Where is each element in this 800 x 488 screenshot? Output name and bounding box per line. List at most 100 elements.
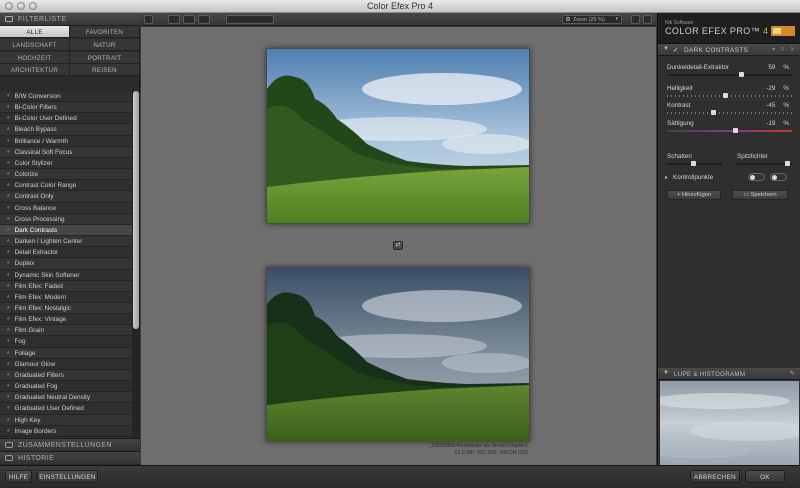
filter-list-item[interactable]: Image Borders [0,425,132,437]
filter-list-item[interactable]: B/W Conversion [0,91,132,103]
slider-track[interactable] [667,110,792,115]
collapse-triangle-icon[interactable]: ▼ [663,46,669,52]
slider-thumb[interactable] [711,110,717,115]
filter-section-header[interactable]: ▼ ✓ DARK CONTRASTS ▾ ≡ ✕ [658,44,800,56]
add-button[interactable]: + Hinzufügen [667,190,721,200]
expand-triangle-icon[interactable]: ▸ [665,174,668,181]
loupe-view[interactable] [660,381,799,465]
category-tab[interactable]: LANDSCHAFT [0,38,70,51]
zoom-value: Zoom (25 %) [573,17,605,23]
hide-panel-icon[interactable] [144,15,153,24]
filter-list-item[interactable]: High Key [0,414,132,426]
add-negative-point-icon[interactable] [770,173,787,181]
filter-list-item[interactable]: Classical Soft Focus [0,146,132,158]
schatten-slider[interactable] [667,161,722,166]
filter-list-item[interactable]: Cross Processing [0,213,132,225]
presets-icon [5,442,13,448]
after-image[interactable] [266,267,530,442]
category-tab[interactable]: ALLE [0,26,70,38]
list-icon [5,16,13,22]
spitzlichter-slider[interactable] [737,161,792,166]
filter-list-item[interactable]: Contrast Only [0,191,132,203]
filterliste-header[interactable]: FILTERLISTE [0,13,140,26]
filter-list-item[interactable]: Fog [0,336,132,348]
slider-number: -19 [766,120,776,127]
zoom-select[interactable]: Zoom (25 %) ▾ [562,15,622,24]
collapse-triangle-icon[interactable]: ▼ [663,370,669,376]
schatten-slider-thumb[interactable] [691,161,697,166]
filter-list-item[interactable]: Duplex [0,258,132,270]
filter-list-item[interactable]: Bleach Bypass [0,124,132,136]
settings-panel: Nik Software COLOR EFEX PRO™ 4 ▼ ✓ DARK … [657,13,800,465]
filter-list-item[interactable]: Foliage [0,347,132,359]
single-view-icon[interactable] [168,15,180,24]
filter-list-item[interactable]: Detail Extractor [0,247,132,259]
slider-value[interactable]: -19% [766,120,789,127]
category-tab[interactable]: ARCHITEKTUR [0,64,70,77]
slider-thumb[interactable] [738,72,744,77]
filter-list-item[interactable]: Dark Contrasts [0,224,132,237]
category-tab[interactable]: REISEN [70,64,140,77]
filter-list-item[interactable]: Film Efex: Nostalgic [0,302,132,315]
filter-list-item[interactable]: Graduated User Defined [0,403,132,415]
category-tab[interactable]: NATUR [70,38,140,51]
ok-button[interactable]: OK [745,470,785,483]
filter-list-item[interactable]: Graduated Filters [0,369,132,382]
side-by-side-view-icon[interactable] [198,15,210,24]
cancel-button[interactable]: ABBRECHEN [690,470,740,483]
filter-panel: FILTERLISTE ALLE FAVORITEN LANDSCHAFT NATUR… [0,13,140,465]
filter-list-item[interactable]: Film Efex: Vintage [0,314,132,326]
slider-value[interactable]: -29% [766,85,789,92]
filter-list-item[interactable]: Glamour Glow [0,358,132,370]
toolbar-blank-button[interactable] [226,15,274,24]
landscape-photo-original [267,49,529,223]
swap-views-icon[interactable]: ⇄ [393,241,403,250]
filter-list-item[interactable]: Brilliance / Warmth [0,135,132,147]
loupe-sky-image [660,381,799,465]
help-button[interactable]: HILFE [5,470,32,483]
pin-icon[interactable]: ✎ [790,370,795,377]
section-options-icon[interactable]: ▾ ≡ ✕ [772,46,797,53]
scrollbar-thumb[interactable] [133,91,139,329]
filter-list-item[interactable]: Dynamic Skin Softener [0,269,132,281]
kontrollpunkte-label[interactable]: Kontrollpunkte [673,174,713,181]
filter-list-item[interactable]: Film Efex: Faded [0,280,132,292]
filter-list-item[interactable]: Bi-Color Filters [0,102,132,114]
save-button[interactable]: ▭ Speichern [732,190,788,200]
background-light-icon[interactable] [631,15,640,24]
filter-list-item[interactable]: Contrast Color Range [0,180,132,192]
filter-list-item[interactable]: Cross Balance [0,202,132,214]
settings-button[interactable]: EINSTELLUNGEN [37,470,98,483]
background-dark-icon[interactable] [643,15,652,24]
filter-list-item[interactable]: Graduated Neutral Density [0,392,132,404]
filter-list-item[interactable]: Film Efex: Modern [0,291,132,303]
slider-track[interactable] [667,128,792,133]
slider-value[interactable]: -45% [766,102,789,109]
filter-list-item[interactable]: Film Grain [0,325,132,337]
zusammenstellungen-header[interactable]: ZUSAMMENSTELLUNGEN [0,438,140,451]
split-view-icon[interactable] [183,15,195,24]
category-tab[interactable]: FAVORITEN [70,26,140,38]
historie-header[interactable]: HISTORIE [0,451,140,464]
slider-thumb[interactable] [732,128,738,133]
filter-list-item[interactable]: Graduated Fog [0,381,132,393]
slider-track[interactable] [667,72,792,77]
filter-enabled-checkmark-icon[interactable]: ✓ [673,46,679,54]
slider-value[interactable]: 59% [768,64,789,71]
filter-list-item[interactable]: Darken / Lighten Center [0,236,132,248]
loupe-histogram-header[interactable]: ▼ LUPE & HISTOGRAMM ✎ [658,368,800,380]
slider-thumb[interactable] [723,93,729,98]
historie-label: HISTORIE [18,455,55,462]
category-tab[interactable]: HOCHZEIT [0,51,70,64]
filter-list-item[interactable]: Color Stylizer [0,157,132,170]
slider-label: Sättigung [667,120,694,127]
spitzlichter-slider-thumb[interactable] [784,161,790,166]
category-tab[interactable]: PORTRAIT [70,51,140,64]
landscape-photo-processed [267,268,529,441]
filter-list-item[interactable]: Bi-Color User Defined [0,113,132,125]
before-image[interactable] [266,48,530,224]
add-positive-point-icon[interactable] [748,173,765,181]
slider-track[interactable] [667,93,792,98]
filter-list-scrollbar[interactable] [132,91,140,446]
filter-list-item[interactable]: Colorize [0,169,132,181]
